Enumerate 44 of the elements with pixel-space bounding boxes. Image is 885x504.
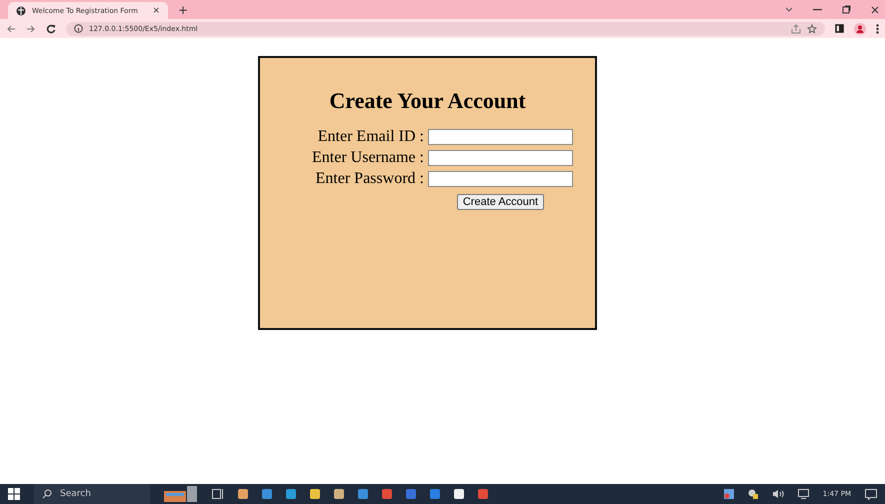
app-icon[interactable] bbox=[382, 489, 392, 499]
minimize-icon[interactable] bbox=[813, 8, 822, 11]
field-label: Enter Username : bbox=[312, 149, 424, 167]
app-icon[interactable] bbox=[406, 489, 416, 499]
app-icon[interactable] bbox=[334, 489, 344, 499]
app-icon[interactable] bbox=[262, 489, 272, 499]
app-icon[interactable] bbox=[454, 489, 464, 499]
share-icon[interactable] bbox=[791, 24, 801, 34]
more-icon[interactable] bbox=[876, 24, 879, 34]
field-label: Enter Email ID : bbox=[316, 128, 424, 146]
search-icon bbox=[42, 489, 52, 499]
restore-icon[interactable] bbox=[842, 5, 851, 14]
star-icon[interactable] bbox=[807, 24, 817, 34]
tray-app-icon[interactable] bbox=[724, 489, 734, 499]
taskbar-search[interactable]: Search bbox=[34, 484, 150, 504]
close-icon[interactable] bbox=[871, 6, 879, 14]
side-panel-icon[interactable] bbox=[835, 24, 844, 33]
info-icon bbox=[74, 24, 83, 33]
reload-icon[interactable] bbox=[46, 24, 56, 34]
notification-icon[interactable] bbox=[865, 488, 877, 500]
task-view-icon[interactable] bbox=[212, 489, 224, 499]
app-icon[interactable] bbox=[478, 489, 488, 499]
network-icon[interactable] bbox=[748, 489, 758, 499]
app-icon[interactable] bbox=[286, 489, 296, 499]
new-tab-button[interactable]: + bbox=[178, 2, 188, 16]
create-account-button[interactable]: Create Account bbox=[456, 194, 544, 210]
speaker-icon[interactable] bbox=[772, 489, 784, 499]
windows-icon[interactable] bbox=[8, 488, 20, 500]
forward-arrow-icon[interactable] bbox=[26, 24, 36, 34]
field-label: Enter Password : bbox=[314, 170, 424, 188]
globe-icon bbox=[16, 6, 26, 16]
back-arrow-icon[interactable] bbox=[6, 24, 16, 34]
app-icon[interactable] bbox=[310, 489, 320, 499]
chevron-down-icon[interactable] bbox=[785, 6, 793, 12]
app-icon[interactable] bbox=[430, 489, 440, 499]
profile-icon[interactable] bbox=[854, 22, 866, 34]
input-field[interactable] bbox=[428, 150, 573, 166]
input-field[interactable] bbox=[428, 129, 573, 145]
form-title: Create Your Account bbox=[328, 88, 527, 114]
input-field[interactable] bbox=[428, 171, 573, 187]
display-icon[interactable] bbox=[798, 489, 809, 499]
close-tab-button[interactable]: × bbox=[152, 6, 160, 16]
app-icon[interactable] bbox=[358, 489, 368, 499]
app-icon[interactable] bbox=[238, 489, 248, 499]
